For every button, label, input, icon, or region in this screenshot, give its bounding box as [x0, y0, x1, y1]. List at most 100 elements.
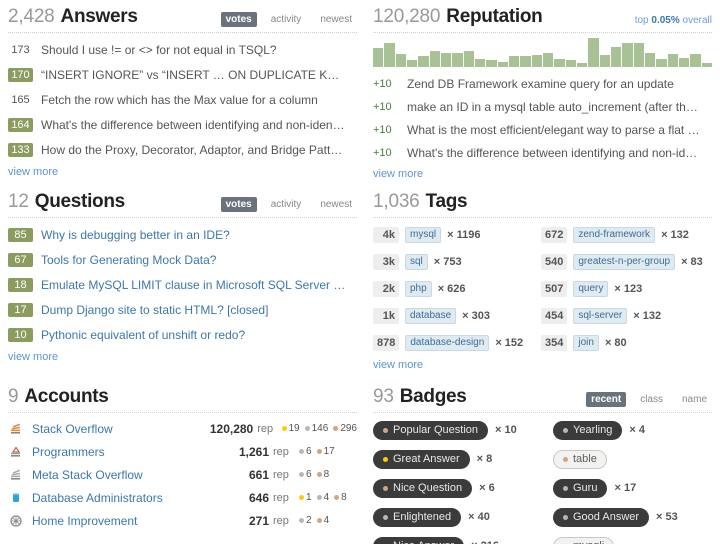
- reputation-top-percent[interactable]: top 0.05% overall: [635, 15, 712, 26]
- badge-pill[interactable]: Great Answer: [373, 449, 470, 469]
- questions-sort-newest[interactable]: newest: [315, 197, 357, 212]
- answers-sort-newest[interactable]: newest: [315, 12, 357, 27]
- question-title[interactable]: Dump Django site to static HTML? [closed…: [41, 303, 268, 317]
- badge-pill[interactable]: Nice Answer: [373, 536, 465, 544]
- tag-chip[interactable]: zend-framework: [573, 226, 656, 243]
- accounts-divider: [8, 412, 357, 413]
- badge-multiplier: × 40: [468, 511, 490, 523]
- tag-row[interactable]: 540 greatest-n-per-group × 83: [541, 249, 712, 274]
- table-row[interactable]: 170 “INSERT IGNORE” vs “INSERT … ON DUPL…: [8, 62, 357, 87]
- account-name[interactable]: Database Administrators: [32, 491, 207, 505]
- table-row[interactable]: 67 Tools for Generating Mock Data?: [8, 247, 357, 272]
- badge-pill[interactable]: Popular Question: [373, 420, 488, 440]
- answer-title[interactable]: How do the Proxy, Decorator, Adaptor, an…: [41, 143, 346, 157]
- badge-pill[interactable]: mysqli: [553, 536, 615, 544]
- tags-view-more[interactable]: view more: [373, 359, 423, 371]
- badge-pill[interactable]: Guru: [553, 478, 608, 498]
- answer-title[interactable]: What's the difference between identifyin…: [41, 118, 346, 132]
- badge-row[interactable]: Nice Question × 6: [373, 475, 553, 501]
- badge-row[interactable]: table: [553, 446, 712, 472]
- reputation-panel: 120,280 Reputation top 0.05% overall +10…: [365, 0, 720, 185]
- account-name[interactable]: Stack Overflow: [32, 422, 195, 436]
- badge-row[interactable]: mysqli: [553, 533, 712, 544]
- rep-post-title[interactable]: What's the difference between identifyin…: [407, 146, 702, 160]
- table-row[interactable]: Home Improvement 271 rep 2 4: [8, 509, 357, 532]
- answers-view-more[interactable]: view more: [8, 166, 58, 178]
- table-row[interactable]: 133 How do the Proxy, Decorator, Adaptor…: [8, 137, 357, 162]
- tag-chip[interactable]: database: [405, 307, 457, 324]
- badge-row[interactable]: Popular Question × 10: [373, 417, 553, 443]
- badge-pill[interactable]: Good Answer: [553, 507, 650, 527]
- table-row[interactable]: 17 Dump Django site to static HTML? [clo…: [8, 297, 357, 322]
- answers-sort-votes[interactable]: votes: [220, 12, 257, 27]
- table-row[interactable]: Meta Stack Overflow 661 rep 6 8: [8, 463, 357, 486]
- tag-chip[interactable]: query: [573, 280, 609, 297]
- badge-row[interactable]: Guru × 17: [553, 475, 712, 501]
- badge-pill[interactable]: Yearling: [553, 420, 623, 440]
- tag-chip[interactable]: join: [573, 334, 599, 351]
- question-title[interactable]: Emulate MySQL LIMIT clause in Microsoft …: [41, 278, 346, 292]
- badge-count: 2: [306, 515, 312, 526]
- badge-pill[interactable]: Enlightened: [373, 507, 462, 527]
- list-item[interactable]: +10 What is the most efficient/elegant w…: [373, 118, 712, 141]
- tag-multiplier: × 303: [462, 309, 490, 322]
- questions-sort-votes[interactable]: votes: [220, 197, 257, 212]
- answers-sort-activity[interactable]: activity: [266, 12, 307, 27]
- badge-row[interactable]: Great Answer × 8: [373, 446, 553, 472]
- account-name[interactable]: Home Improvement: [32, 514, 207, 528]
- question-title[interactable]: Pythonic equivalent of unshift or redo?: [41, 328, 245, 342]
- badge-row[interactable]: Yearling × 4: [553, 417, 712, 443]
- badge-row[interactable]: Good Answer × 53: [553, 504, 712, 530]
- tag-chip[interactable]: greatest-n-per-group: [573, 253, 676, 270]
- badge-name: Good Answer: [573, 510, 640, 523]
- account-rep-label: rep: [257, 422, 274, 435]
- answer-title[interactable]: Fetch the row which has the Max value fo…: [41, 93, 318, 107]
- question-title[interactable]: Why is debugging better in an IDE?: [41, 228, 230, 242]
- table-row[interactable]: 173 Should I use != or <> for not equal …: [8, 37, 357, 62]
- tag-chip[interactable]: mysql: [405, 226, 442, 243]
- answer-title[interactable]: Should I use != or <> for not equal in T…: [41, 43, 277, 57]
- tag-row[interactable]: 4k mysql × 1196: [373, 222, 541, 247]
- table-row[interactable]: Programmers 1,261 rep 6 17: [8, 440, 357, 463]
- questions-sort-activity[interactable]: activity: [266, 197, 307, 212]
- tag-chip[interactable]: database-design: [405, 334, 490, 351]
- badges-sort-recent[interactable]: recent: [586, 392, 627, 407]
- account-name[interactable]: Meta Stack Overflow: [32, 468, 207, 482]
- badge-pill[interactable]: table: [553, 449, 607, 469]
- badge-row[interactable]: Nice Answer × 216: [373, 533, 553, 544]
- badge-pill[interactable]: Nice Question: [373, 478, 473, 498]
- tag-row[interactable]: 507 query × 123: [541, 276, 712, 301]
- rep-post-title[interactable]: Zend DB Framework examine query for an u…: [407, 77, 674, 91]
- badges-sort-name[interactable]: name: [677, 392, 712, 407]
- list-item[interactable]: +10 make an ID in a mysql table auto_inc…: [373, 95, 712, 118]
- tag-row[interactable]: 1k database × 303: [373, 303, 541, 328]
- tag-row[interactable]: 672 zend-framework × 132: [541, 222, 712, 247]
- table-row[interactable]: 18 Emulate MySQL LIMIT clause in Microso…: [8, 272, 357, 297]
- tag-row[interactable]: 3k sql × 753: [373, 249, 541, 274]
- tag-row[interactable]: 354 join × 80: [541, 330, 712, 355]
- rep-post-title[interactable]: make an ID in a mysql table auto_increme…: [407, 100, 702, 114]
- tag-row[interactable]: 454 sql-server × 132: [541, 303, 712, 328]
- table-row[interactable]: 164 What's the difference between identi…: [8, 112, 357, 137]
- table-row[interactable]: Stack Overflow 120,280 rep 19 146 296: [8, 417, 357, 440]
- table-row[interactable]: 10 Pythonic equivalent of unshift or red…: [8, 322, 357, 347]
- answer-title[interactable]: “INSERT IGNORE” vs “INSERT … ON DUPLICAT…: [41, 68, 346, 82]
- badge-row[interactable]: Enlightened × 40: [373, 504, 553, 530]
- table-row[interactable]: 85 Why is debugging better in an IDE?: [8, 222, 357, 247]
- question-title[interactable]: Tools for Generating Mock Data?: [41, 253, 216, 267]
- list-item[interactable]: +10 Zend DB Framework examine query for …: [373, 72, 712, 95]
- tag-row[interactable]: 2k php × 626: [373, 276, 541, 301]
- tag-chip[interactable]: sql: [405, 253, 428, 270]
- tag-row[interactable]: 878 database-design × 152: [373, 330, 541, 355]
- account-name[interactable]: Programmers: [32, 445, 207, 459]
- badges-sort-class[interactable]: class: [635, 392, 668, 407]
- table-row[interactable]: Database Administrators 646 rep 1 4 8: [8, 486, 357, 509]
- table-row[interactable]: 165 Fetch the row which has the Max valu…: [8, 87, 357, 112]
- tag-chip[interactable]: php: [405, 280, 432, 297]
- questions-view-more[interactable]: view more: [8, 351, 58, 363]
- tag-chip[interactable]: sql-server: [573, 307, 628, 324]
- rep-post-title[interactable]: What is the most efficient/elegant way t…: [407, 123, 702, 137]
- bronze-badge-count: 296: [333, 423, 357, 434]
- list-item[interactable]: +10 What's the difference between identi…: [373, 141, 712, 164]
- reputation-view-more[interactable]: view more: [373, 168, 423, 180]
